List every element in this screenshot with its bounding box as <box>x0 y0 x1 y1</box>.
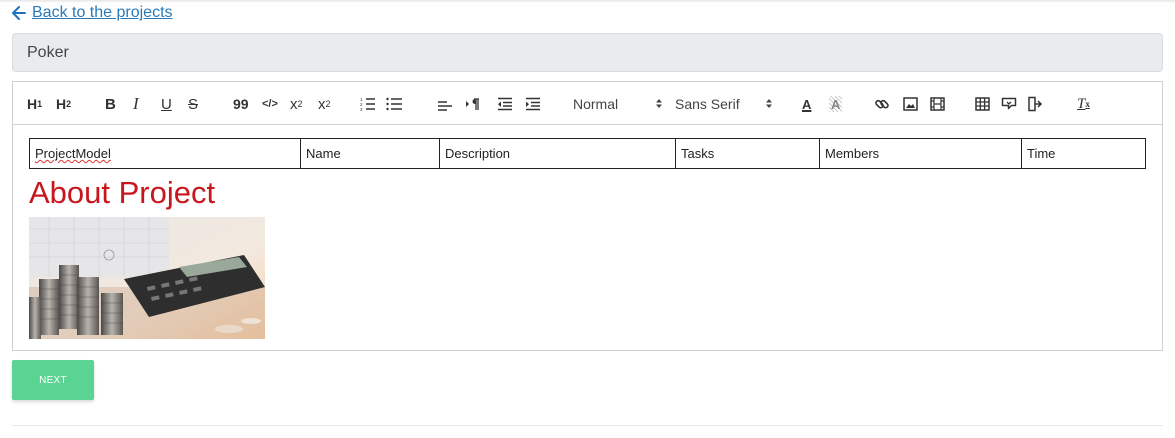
table-cell: Name <box>300 138 440 169</box>
subscript-button[interactable]: x2 <box>290 94 303 114</box>
rich-text-editor: H1 H2 B I U S 99 </> x2 x2 123 Normal Sa… <box>12 81 1163 351</box>
comment-icon <box>1001 97 1017 109</box>
table-cell: Tasks <box>675 138 820 169</box>
ordered-list-icon: 123 <box>360 97 375 111</box>
project-image <box>29 217 265 339</box>
text-color-button[interactable]: A <box>802 94 811 114</box>
image-icon <box>903 97 918 111</box>
bullet-list-icon <box>386 97 402 111</box>
size-picker-value: Normal <box>573 96 619 112</box>
project-title-value: Poker <box>27 43 69 61</box>
export-icon <box>1028 96 1043 112</box>
table-row: ProjectModel Name Description Tasks Memb… <box>29 138 1146 169</box>
font-picker-value: Sans Serif <box>675 96 740 112</box>
link-icon <box>875 99 889 109</box>
table-icon <box>975 97 990 111</box>
next-button[interactable]: NEXT <box>12 360 94 400</box>
size-picker[interactable]: Normal <box>573 94 663 114</box>
back-to-projects-link[interactable]: Back to the projects <box>12 3 173 23</box>
about-project-heading: About Project <box>29 175 216 210</box>
header1-button[interactable]: H1 <box>27 94 42 114</box>
indent-icon <box>526 97 540 111</box>
arrow-left-icon <box>12 6 26 20</box>
columns-table: ProjectModel Name Description Tasks Memb… <box>29 138 1146 169</box>
align-button[interactable] <box>437 94 453 114</box>
background-color-button[interactable]: A <box>829 96 843 112</box>
export-button[interactable] <box>1027 94 1043 114</box>
project-title-field[interactable]: Poker <box>12 33 1163 72</box>
svg-text:3: 3 <box>360 107 363 111</box>
video-button[interactable] <box>930 94 945 114</box>
picker-arrows-icon <box>655 96 663 112</box>
blockquote-button[interactable]: 99 <box>233 94 249 114</box>
table-button[interactable] <box>975 94 990 114</box>
link-button[interactable] <box>874 94 890 114</box>
top-shadow <box>0 0 1175 3</box>
table-cell: Members <box>819 138 1022 169</box>
back-link-label[interactable]: Back to the projects <box>32 4 173 22</box>
table-cell: ProjectModel <box>29 138 301 169</box>
table-cell: Time <box>1021 138 1146 169</box>
ordered-list-button[interactable]: 123 <box>360 94 376 114</box>
divider <box>12 425 1163 426</box>
outdent-button[interactable] <box>497 94 513 114</box>
text-direction-button[interactable] <box>465 94 481 114</box>
clean-format-button[interactable]: Tx <box>1077 94 1090 114</box>
code-button[interactable]: </> <box>262 94 278 114</box>
image-button[interactable] <box>903 94 918 114</box>
picker-arrows-icon <box>765 96 773 112</box>
video-icon <box>930 97 945 111</box>
underline-button[interactable]: U <box>161 94 172 114</box>
editor-toolbar: H1 H2 B I U S 99 </> x2 x2 123 Normal Sa… <box>13 82 1162 125</box>
editor-content[interactable]: ProjectModel Name Description Tasks Memb… <box>13 125 1162 351</box>
italic-button[interactable]: I <box>133 94 139 114</box>
table-cell: Description <box>439 138 676 169</box>
font-picker[interactable]: Sans Serif <box>675 94 773 114</box>
bullet-list-button[interactable] <box>386 94 402 114</box>
outdent-icon <box>498 97 512 111</box>
strike-button[interactable]: S <box>188 94 198 114</box>
superscript-button[interactable]: x2 <box>318 94 331 114</box>
align-icon <box>438 101 452 111</box>
text-direction-icon <box>466 98 479 110</box>
comment-button[interactable] <box>1001 94 1017 114</box>
indent-button[interactable] <box>525 94 541 114</box>
header2-button[interactable]: H2 <box>56 94 71 114</box>
bold-button[interactable]: B <box>105 94 116 114</box>
